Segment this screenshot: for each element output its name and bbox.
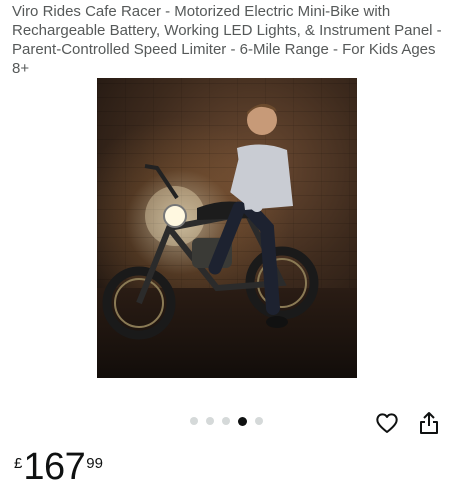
carousel-dot[interactable] <box>190 417 198 425</box>
carousel-dot[interactable] <box>222 417 230 425</box>
product-title: Viro Rides Cafe Racer - Motorized Electr… <box>12 3 442 77</box>
product-price: £ 167 99 <box>14 448 103 486</box>
product-image[interactable] <box>97 78 357 378</box>
carousel-dot[interactable] <box>255 417 263 425</box>
share-icon <box>420 412 438 434</box>
heart-icon <box>376 413 398 433</box>
carousel-dot-active[interactable] <box>238 416 247 426</box>
share-button[interactable] <box>415 410 443 436</box>
wishlist-button[interactable] <box>373 410 401 436</box>
image-carousel-indicator <box>190 416 263 426</box>
bike-and-rider-illustration <box>102 103 319 340</box>
price-fraction: 99 <box>86 455 103 472</box>
price-currency: £ <box>14 455 23 472</box>
carousel-dot[interactable] <box>206 417 214 425</box>
price-whole: 167 <box>23 446 86 488</box>
